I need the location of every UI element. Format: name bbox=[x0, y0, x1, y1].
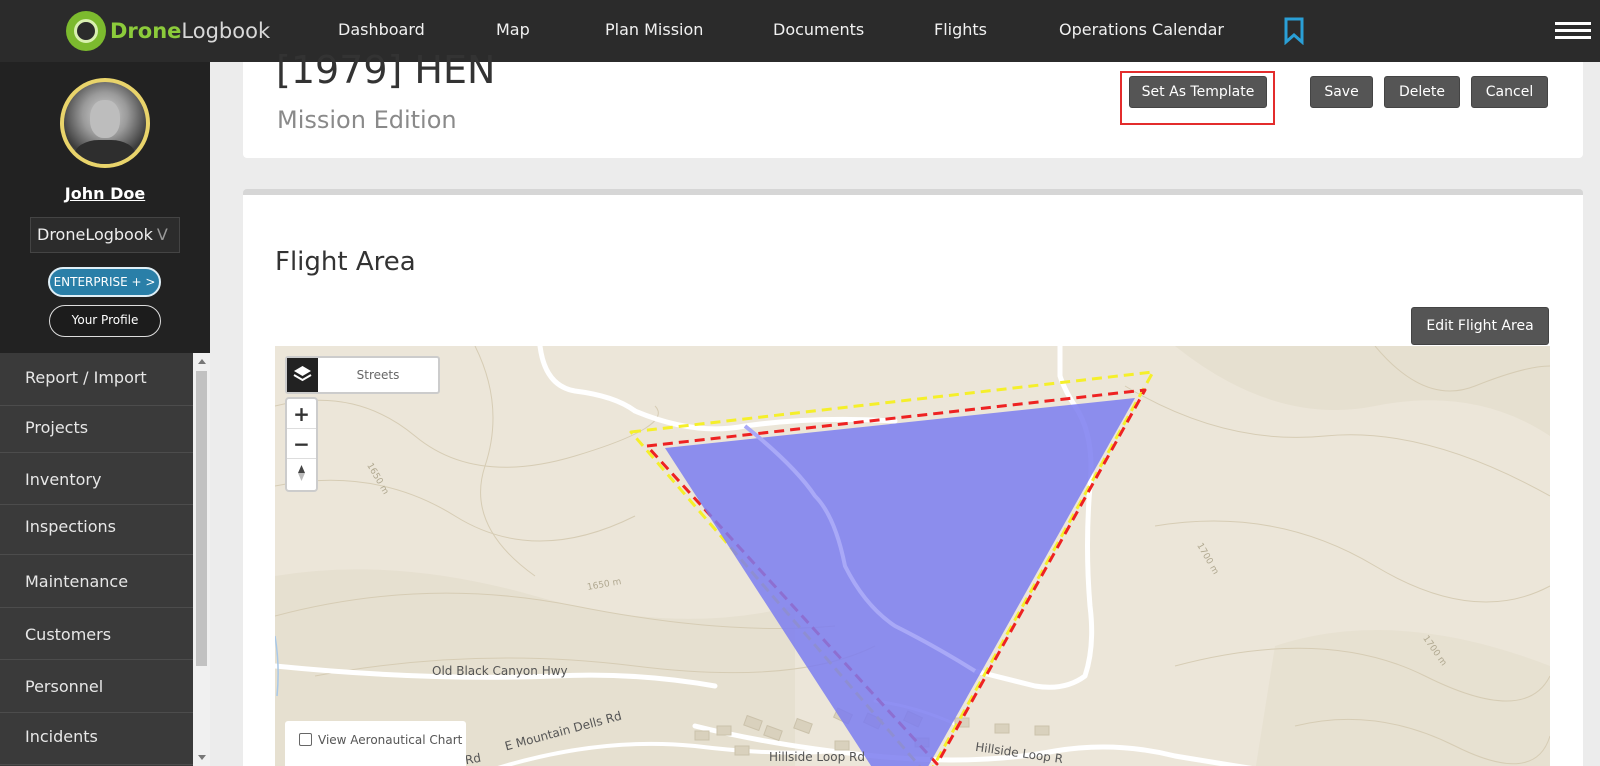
sidebar-item-incidents[interactable]: Incidents bbox=[0, 713, 193, 765]
sidebar-item-inspections[interactable]: Inspections bbox=[0, 505, 193, 555]
layer-switcher[interactable]: Streets bbox=[285, 356, 440, 394]
logo-icon bbox=[66, 11, 106, 51]
scrollbar-thumb[interactable] bbox=[196, 371, 207, 666]
logo-text: DroneLogbook bbox=[110, 19, 270, 43]
street-label: Old Black Canyon Hwy bbox=[432, 664, 568, 678]
sidebar-item-personnel[interactable]: Personnel bbox=[0, 660, 193, 713]
sidebar-item-customers[interactable]: Customers bbox=[0, 608, 193, 660]
street-label: Hillside Loop Rd bbox=[769, 750, 865, 764]
sidebar-item-maintenance[interactable]: Maintenance bbox=[0, 555, 193, 608]
set-as-template-button[interactable]: Set As Template bbox=[1129, 76, 1267, 108]
layers-icon[interactable] bbox=[287, 358, 318, 392]
organization-select-value: DroneLogbook bbox=[37, 225, 153, 244]
aeronautical-chart-checkbox[interactable] bbox=[299, 733, 312, 746]
sidebar-scrollbar[interactable] bbox=[193, 353, 210, 766]
scroll-down-arrow-icon[interactable] bbox=[198, 755, 206, 760]
nav-documents[interactable]: Documents bbox=[773, 20, 864, 39]
avatar[interactable] bbox=[60, 78, 150, 168]
your-profile-button[interactable]: Your Profile bbox=[49, 305, 161, 337]
map-canvas[interactable] bbox=[275, 346, 1550, 766]
layer-label[interactable]: Streets bbox=[318, 358, 438, 392]
delete-button[interactable]: Delete bbox=[1384, 76, 1460, 108]
aeronautical-chart-toggle[interactable]: View Aeronautical Chart bbox=[285, 721, 466, 766]
cancel-button[interactable]: Cancel bbox=[1471, 76, 1548, 108]
edit-flight-area-button[interactable]: Edit Flight Area bbox=[1411, 307, 1549, 345]
top-navbar: DroneLogbook Dashboard Map Plan Mission … bbox=[0, 0, 1600, 62]
sidebar: John Doe DroneLogbook V ENTERPRISE + > Yo… bbox=[0, 62, 210, 766]
mission-header-card: [1979] HEN Mission Edition bbox=[243, 48, 1583, 158]
bookmark-icon[interactable] bbox=[1284, 17, 1304, 45]
sidebar-item-projects[interactable]: Projects bbox=[0, 406, 193, 453]
sidebar-item-report-import[interactable]: Report / Import bbox=[0, 353, 193, 406]
hamburger-menu-icon[interactable] bbox=[1555, 22, 1591, 40]
zoom-control: + − bbox=[285, 397, 318, 492]
flight-area-card: Flight Area Edit Flight Area Old Black C… bbox=[243, 189, 1583, 766]
nav-flights[interactable]: Flights bbox=[934, 20, 987, 39]
nav-dashboard[interactable]: Dashboard bbox=[338, 20, 425, 39]
sidebar-menu: Report / Import Projects Inventory Inspe… bbox=[0, 353, 193, 766]
nav-operations-calendar[interactable]: Operations Calendar bbox=[1059, 20, 1224, 39]
compass-north-icon[interactable] bbox=[287, 459, 316, 489]
logo-text-part1: Drone bbox=[110, 19, 182, 43]
page-title: [1979] HEN bbox=[276, 48, 496, 92]
enterprise-button[interactable]: ENTERPRISE + > bbox=[48, 267, 161, 297]
scroll-up-arrow-icon[interactable] bbox=[198, 359, 206, 364]
zoom-out-button[interactable]: − bbox=[287, 429, 316, 459]
organization-select[interactable]: DroneLogbook V bbox=[30, 217, 180, 253]
nav-plan-mission[interactable]: Plan Mission bbox=[605, 20, 703, 39]
chevron-down-icon: V bbox=[156, 225, 168, 244]
flight-area-map[interactable]: Old Black Canyon Hwy E Mountain Dells Rd… bbox=[275, 346, 1550, 766]
logo-text-part2: Logbook bbox=[181, 19, 271, 43]
flight-area-title: Flight Area bbox=[275, 247, 416, 277]
zoom-in-button[interactable]: + bbox=[287, 399, 316, 429]
page-subtitle: Mission Edition bbox=[277, 106, 457, 134]
sidebar-item-inventory[interactable]: Inventory bbox=[0, 453, 193, 505]
street-label: Rd bbox=[463, 750, 483, 766]
nav-map[interactable]: Map bbox=[496, 20, 530, 39]
aeronautical-chart-label: View Aeronautical Chart bbox=[318, 733, 463, 747]
app-logo[interactable]: DroneLogbook bbox=[66, 11, 270, 51]
save-button[interactable]: Save bbox=[1310, 76, 1373, 108]
user-name-link[interactable]: John Doe bbox=[0, 184, 210, 203]
